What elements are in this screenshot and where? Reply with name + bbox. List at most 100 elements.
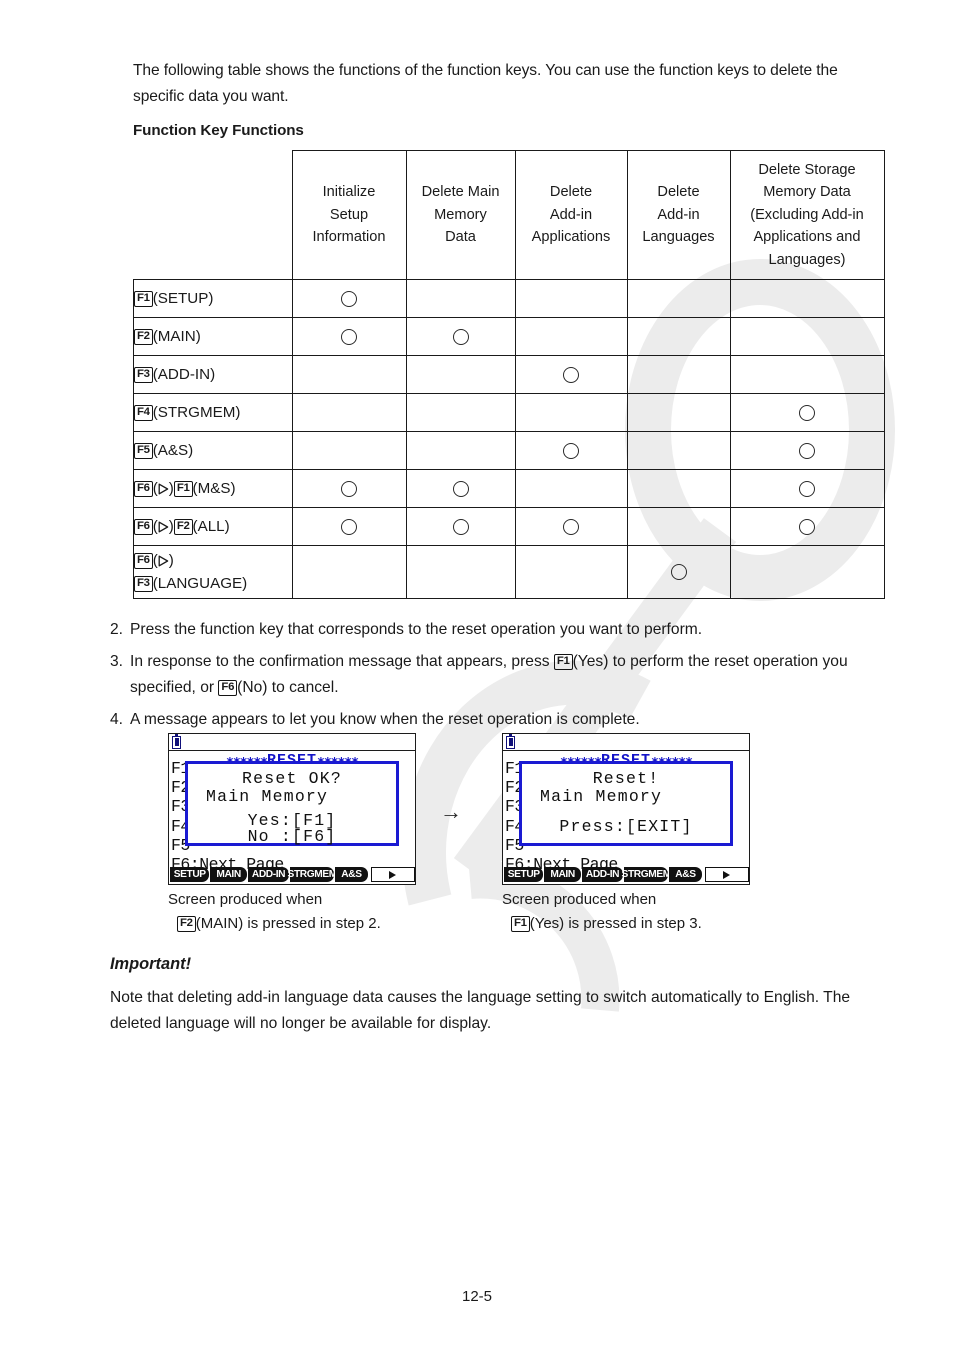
lcd-fkey-strgmem[interactable]: STRGMEM: [622, 867, 671, 882]
intro-paragraph: The following table shows the functions …: [133, 62, 838, 105]
mark-circle-cell: [405, 507, 516, 546]
row-label-text: (M&S): [192, 480, 236, 497]
table-row: F6() F2 (ALL): [133, 507, 885, 546]
row-label-text: (LANGUAGE): [152, 575, 248, 592]
lcd-fkey-main[interactable]: MAIN: [544, 867, 581, 882]
empty-cell: [514, 317, 628, 356]
empty-cell: [405, 431, 516, 470]
circle-mark-icon: [563, 366, 579, 383]
empty-cell: [626, 469, 731, 508]
circle-mark-icon: [563, 518, 579, 535]
lcd-fkey-next-page-icon[interactable]: [370, 867, 415, 882]
fkey-f2-icon: F2: [173, 519, 193, 535]
right-triangle-icon: [389, 870, 397, 879]
step-3-post: (No) to cancel.: [237, 679, 339, 696]
lcd-fkey-add-in[interactable]: ADD-IN: [581, 867, 624, 882]
fkey-f6-icon: F6: [134, 519, 153, 535]
lcd-fkey-next-page-icon[interactable]: [704, 867, 749, 882]
circle-mark-icon: [452, 328, 469, 345]
lcd2-dialog-line1: Reset!: [592, 769, 660, 788]
step-4: 4. A message appears to let you know whe…: [110, 707, 885, 733]
empty-cell: [514, 545, 628, 599]
caption-2-line-1: Screen produced when: [502, 891, 657, 908]
lcd1-status-bar: [169, 734, 415, 751]
row-label-text: (ADD-IN): [152, 366, 216, 383]
table-body: F1 (SETUP) F2 (MAIN) F3 (ADD-IN) F4 (STRGMEM) F5…: [133, 279, 885, 599]
empty-cell: [514, 469, 628, 508]
empty-cell: [729, 317, 885, 356]
circle-mark-icon: [670, 564, 687, 581]
table-header: Initialize Setup Information Delete Main Me…: [134, 150, 885, 280]
fkey-f2-icon: F2: [134, 329, 153, 345]
right-triangle-icon: [158, 521, 169, 533]
circle-mark-icon: [563, 442, 579, 459]
column-header-delete-addin-apps: Delete Add-in Applications: [514, 150, 628, 280]
lcd-fkey-setup[interactable]: SETUP: [504, 867, 544, 882]
numbered-steps: 2. Press the function key that correspon…: [110, 617, 885, 739]
empty-cell: [405, 393, 516, 432]
step-4-text: A message appears to let you know when t…: [130, 711, 640, 728]
empty-cell: [405, 355, 516, 394]
caption-1-line-2: F2 (MAIN) is pressed in step 2.: [168, 912, 468, 936]
fkey-f3-icon: F3: [134, 576, 153, 592]
right-triangle-icon: [158, 483, 169, 495]
lcd1-dialog: Reset OK? Main Memory Yes:[F1] No :[F6]: [185, 761, 399, 846]
circle-mark-icon: [341, 328, 357, 345]
circle-mark-icon: [799, 518, 815, 535]
column-header-delete-storage-memory: Delete Storage Memory Data (Excluding Add-…: [729, 150, 885, 280]
row-label-f6-5: F6() F1 (M&S): [133, 469, 293, 508]
table-row: F1 (SETUP): [133, 279, 885, 318]
fkey-f1-icon: F1: [134, 291, 153, 307]
lcd-fkey-a-s[interactable]: A&S: [669, 867, 702, 882]
fkey-f2-icon: F2: [177, 916, 196, 932]
caption-screen-2: Screen produced when F1 (Yes) is pressed …: [502, 888, 802, 936]
fkey-f3-icon: F3: [134, 367, 153, 383]
lcd2-function-key-bar[interactable]: SETUP MAIN ADD-IN STRGMEM A&S: [503, 865, 749, 884]
table-row: F6() F3 (LANGUAGE): [133, 545, 885, 599]
table-header-row: Initialize Setup Information Delete Main Me…: [134, 150, 885, 280]
column-header-initialize-setup: Initialize Setup Information: [291, 150, 407, 280]
empty-cell: [626, 393, 731, 432]
mark-circle-cell: [729, 507, 885, 546]
caption-screen-1: Screen produced when F2 (MAIN) is pressed…: [168, 888, 468, 936]
lcd-fkey-setup[interactable]: SETUP: [170, 867, 210, 882]
column-header-delete-main-memory: Delete Main Memory Data: [405, 150, 516, 280]
empty-cell: [291, 431, 407, 470]
table-row: F5 (A&S): [133, 431, 885, 470]
row-label-text: (STRGMEM): [152, 404, 241, 421]
lcd-fkey-add-in[interactable]: ADD-IN: [247, 867, 290, 882]
important-heading: Important!: [110, 955, 192, 973]
mark-circle-cell: [514, 431, 628, 470]
row-label-text: (ALL): [192, 518, 230, 535]
empty-cell: [729, 545, 885, 599]
battery-icon: [506, 734, 515, 749]
step-3-text: In response to the confirmation message …: [130, 649, 885, 701]
lcd1-function-key-bar[interactable]: SETUP MAIN ADD-IN STRGMEM A&S: [169, 865, 415, 884]
table-row: F6() F1 (M&S): [133, 469, 885, 508]
lcd-fkey-main[interactable]: MAIN: [210, 867, 247, 882]
step-3-pre: In response to the confirmation message …: [130, 653, 554, 670]
circle-mark-icon: [341, 290, 357, 307]
function-key-functions-table: Initialize Setup Information Delete Main Me…: [133, 150, 885, 599]
empty-cell: [626, 317, 731, 356]
row-label-f3-2: F3 (ADD-IN): [133, 355, 293, 394]
row-label-line-1: F6(): [134, 549, 292, 572]
column-header-delete-addin-languages: Delete Add-in Languages: [626, 150, 731, 280]
table-row: F3 (ADD-IN): [133, 355, 885, 394]
empty-cell: [626, 279, 731, 318]
lcd1-dialog-line2: Main Memory: [206, 787, 329, 806]
page-number: 12-5: [461, 1288, 493, 1305]
caption-2-line-2: F1 (Yes) is pressed in step 3.: [502, 912, 802, 936]
mark-circle-cell: [626, 545, 731, 599]
empty-cell: [626, 431, 731, 470]
circle-mark-icon: [452, 518, 469, 535]
lcd-fkey-a-s[interactable]: A&S: [335, 867, 368, 882]
lcd-fkey-strgmem[interactable]: STRGMEM: [288, 867, 337, 882]
fkey-f1-icon: F1: [511, 916, 530, 932]
empty-cell: [405, 279, 516, 318]
step-4-number: 4.: [110, 711, 124, 728]
empty-cell: [626, 355, 731, 394]
fkey-f6-icon: F6: [218, 680, 238, 696]
mark-circle-cell: [514, 507, 628, 546]
lcd1-dialog-line4: No :[F6]: [247, 827, 337, 846]
